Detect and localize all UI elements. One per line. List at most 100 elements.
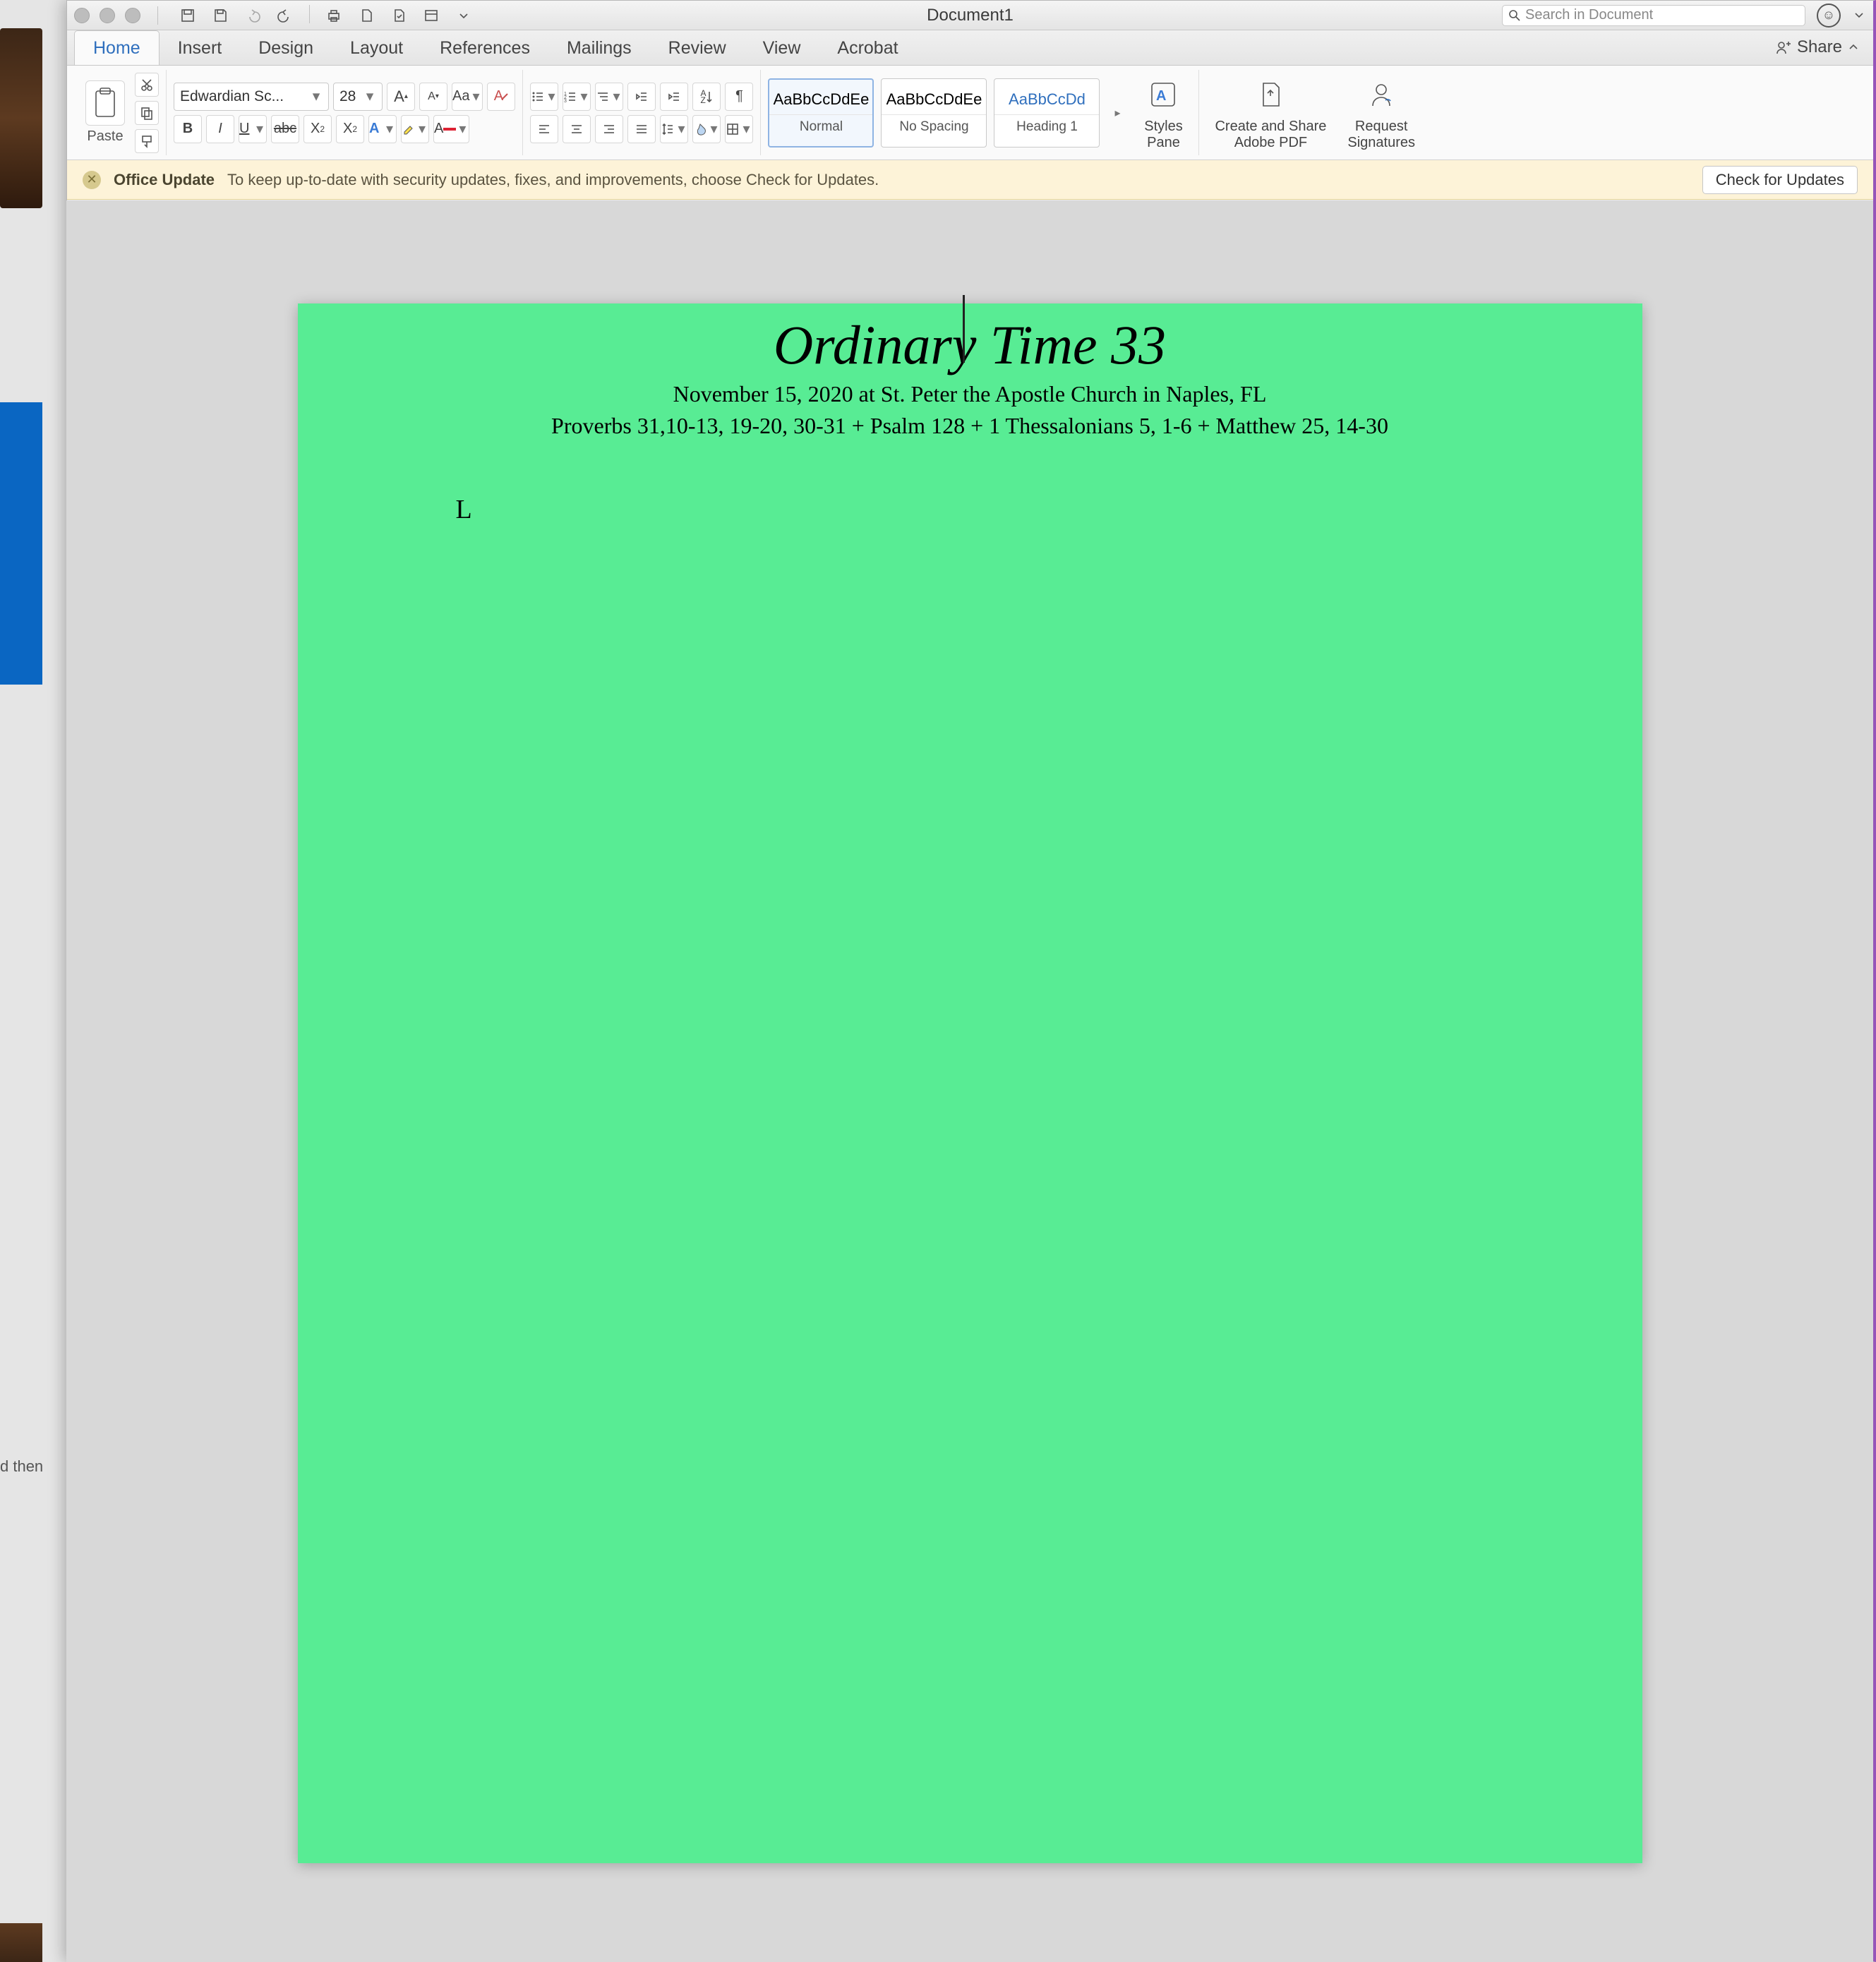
bullets-button[interactable]: ▾ [530,83,558,111]
undo-icon[interactable] [240,5,265,26]
decrease-indent-button[interactable] [627,83,656,111]
text-effects-button[interactable]: A▾ [368,115,397,143]
cut-icon[interactable] [135,73,159,97]
line-spacing-button[interactable]: ▾ [660,115,688,143]
bg-text: d then [0,1457,62,1476]
feedback-icon[interactable]: ☺ [1817,4,1841,28]
qat-more-icon[interactable] [451,5,476,26]
group-adobe: Create and Share Adobe PDF Request Signa… [1199,70,1431,155]
font-name-input[interactable]: Edwardian Sc... ▾ [174,83,329,111]
group-styles: AaBbCcDdEe Normal AaBbCcDdEe No Spacing … [761,70,1199,155]
italic-button[interactable]: I [206,115,234,143]
group-clipboard: Paste [73,70,167,155]
bold-button[interactable]: B [174,115,202,143]
open-doc-icon[interactable] [386,5,411,26]
show-marks-button[interactable]: ¶ [725,83,753,111]
check-updates-button[interactable]: Check for Updates [1702,166,1858,194]
font-size-input[interactable]: 28▾ [333,83,383,111]
tab-insert[interactable]: Insert [160,31,241,65]
text-cursor [963,295,965,363]
minimize-dot[interactable] [100,8,115,23]
tab-acrobat[interactable]: Acrobat [819,31,916,65]
create-pdf-label: Create and Share Adobe PDF [1215,119,1326,151]
zoom-dot[interactable] [125,8,140,23]
request-signatures-button[interactable]: Request Signatures [1339,73,1424,152]
tab-home[interactable]: Home [74,30,160,65]
chevron-down-icon[interactable]: ▾ [363,88,376,105]
align-right-button[interactable] [595,115,623,143]
doc-heading: Ordinary Time 33 [456,313,1484,377]
styles-pane-button[interactable]: A Styles Pane [1135,73,1191,152]
change-case-button[interactable]: Aa▾ [452,83,483,111]
underline-button[interactable]: U▾ [239,115,267,143]
highlight-button[interactable]: ▾ [401,115,429,143]
new-doc-icon[interactable] [354,5,379,26]
shading-button[interactable]: ▾ [692,115,721,143]
document-canvas[interactable]: Ordinary Time 33 November 15, 2020 at St… [66,200,1873,1962]
share-button[interactable]: Share [1776,37,1859,57]
styles-more-icon[interactable]: ▸ [1107,106,1128,120]
svg-text:A: A [1156,88,1166,104]
grow-font-button[interactable]: A▴ [387,83,415,111]
borders-button[interactable]: ▾ [725,115,753,143]
qat-sep2 [309,5,310,23]
document-title: Document1 [927,6,1014,25]
tab-mailings[interactable]: Mailings [548,31,650,65]
paste-button[interactable]: Paste [80,78,131,148]
numbering-button[interactable]: 123▾ [563,83,591,111]
align-center-button[interactable] [563,115,591,143]
search-input[interactable]: Search in Document [1502,5,1805,26]
save-icon[interactable] [208,5,233,26]
doc-readings: Proverbs 31,10-13, 19-20, 30-31 + Psalm … [456,413,1484,439]
bg-window-3 [0,1923,42,1962]
close-notice-icon[interactable]: ✕ [83,171,101,189]
notice-message: To keep up-to-date with security updates… [227,171,879,189]
close-dot[interactable] [74,8,90,23]
chevron-down-icon[interactable]: ▾ [310,88,323,105]
font-color-button[interactable]: A▾ [433,115,469,143]
styles-pane-label: Styles Pane [1144,119,1182,151]
tab-layout[interactable]: Layout [332,31,421,65]
styles-pane-icon: A [1143,75,1183,114]
share-label: Share [1797,37,1842,57]
sort-button[interactable]: AZ [692,83,721,111]
style-normal[interactable]: AaBbCcDdEe Normal [768,78,874,148]
paste-label: Paste [87,128,123,145]
create-share-pdf-button[interactable]: Create and Share Adobe PDF [1206,73,1335,152]
format-painter-icon[interactable] [135,129,159,153]
justify-button[interactable] [627,115,656,143]
redo-icon[interactable] [272,5,298,26]
superscript-button[interactable]: X2 [336,115,364,143]
style-no-spacing[interactable]: AaBbCcDdEe No Spacing [881,78,987,148]
tab-review[interactable]: Review [650,31,745,65]
style-preview: AaBbCcDdEe [886,90,982,109]
bg-window-2 [0,402,42,685]
traffic-lights [74,8,140,23]
ribbon-tabs: Home Insert Design Layout References Mai… [67,30,1873,66]
subscript-button[interactable]: X2 [303,115,332,143]
doc-body-text: L [456,494,1484,525]
shrink-font-button[interactable]: A▾ [419,83,447,111]
font-name-value: Edwardian Sc... [180,88,284,105]
collapse-ribbon-icon[interactable] [1848,42,1859,53]
tab-references[interactable]: References [421,31,548,65]
clear-format-button[interactable]: A [487,83,515,111]
document-page[interactable]: Ordinary Time 33 November 15, 2020 at St… [298,303,1642,1863]
tab-view[interactable]: View [745,31,819,65]
clipboard-icon [85,80,125,126]
bg-window-1 [0,28,42,208]
align-left-button[interactable] [530,115,558,143]
copy-icon[interactable] [135,101,159,125]
group-paragraph: ▾ 123▾ ▾ AZ ¶ ▾ ▾ ▾ [523,70,761,155]
tab-design[interactable]: Design [240,31,332,65]
print-icon[interactable] [321,5,347,26]
autosave-icon[interactable] [175,5,200,26]
feedback-dropdown-icon[interactable] [1852,5,1866,26]
style-heading-1[interactable]: AaBbCcDd Heading 1 [994,78,1100,148]
strikethrough-button[interactable]: abc [271,115,299,143]
multilevel-list-button[interactable]: ▾ [595,83,623,111]
template-icon[interactable] [419,5,444,26]
increase-indent-button[interactable] [660,83,688,111]
style-preview: AaBbCcDdEe [774,90,870,109]
ribbon: Paste Edwardian Sc...▾ 28▾ A▴ A▾ [67,66,1873,160]
